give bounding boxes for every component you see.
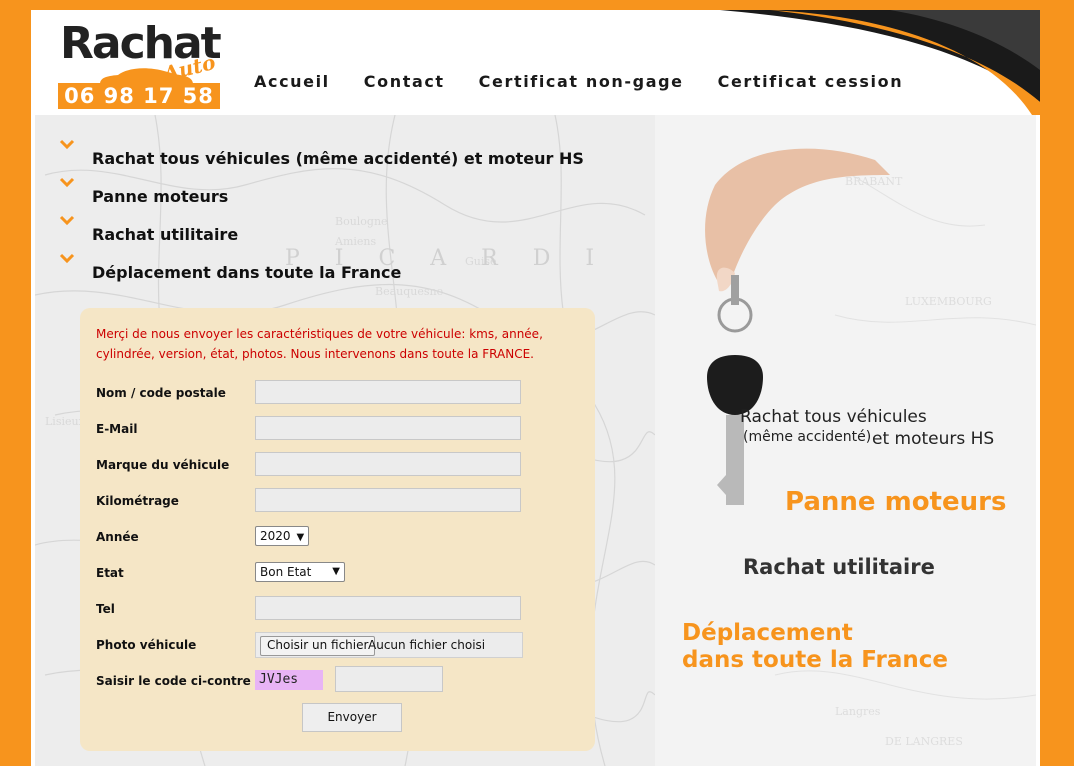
caret-down-icon: ▼ [296,532,305,543]
nav-certificat-non-gage[interactable]: Certificat non-gage [479,72,684,91]
label-photo: Photo véhicule [96,638,197,652]
submit-button[interactable]: Envoyer [302,703,402,732]
svg-text:Beauquesne: Beauquesne [375,285,443,298]
file-status: Aucun fichier choisi [368,638,486,652]
feature-text: Panne moteurs [92,187,229,206]
promo-line-1: Rachat tous véhicules [740,407,927,427]
photo-file-input: Choisir un fichier Aucun fichier choisi [255,632,523,658]
annee-select[interactable]: 2020 ▼ [255,526,310,546]
nav-accueil[interactable]: Accueil [254,72,330,91]
promo-line-3: Panne moteurs [785,487,1007,517]
label-km: Kilométrage [96,494,179,508]
chevron-icon [59,177,75,188]
feature-text: Déplacement dans toute la France [92,263,402,282]
label-etat: Etat [96,566,124,580]
phone-number: 06 98 17 58 51 [58,83,220,134]
chevron-icon [59,253,75,264]
promo-line-2b: et moteurs HS [872,429,995,449]
page: Rachat Auto 06 98 17 58 51 Accueil Conta… [31,10,1040,766]
feature-text: Rachat tous véhicules (même accidenté) e… [92,149,584,168]
svg-text:Langres: Langres [835,705,881,718]
choose-file-button[interactable]: Choisir un fichier [260,636,376,656]
content-area: Boulogne Beauquesne Amiens Laon Lisieux … [35,115,1036,766]
svg-text:BRABANT: BRABANT [845,175,903,188]
promo-panel: BRABANT LUXEMBOURG Langres DE LANGRES Ra… [655,115,1036,766]
promo-line-6: dans toute la France [682,647,948,673]
km-input[interactable] [255,488,521,512]
annee-value: 2020 [260,529,291,543]
label-nom: Nom / code postale [96,386,226,400]
label-marque: Marque du véhicule [96,458,230,472]
captcha-code: JVJes [255,670,323,690]
main-nav: Accueil Contact Certificat non-gage Cert… [254,72,937,91]
svg-text:Boulogne: Boulogne [335,215,388,228]
chevron-icon [59,139,75,150]
etat-select[interactable]: Bon Etat ▼ [255,562,345,582]
promo-line-4: Rachat utilitaire [743,555,935,579]
promo-line-5: Déplacement [682,620,853,646]
chevron-icon [59,215,75,226]
email-input[interactable] [255,416,521,440]
nom-input[interactable] [255,380,521,404]
logo[interactable]: Rachat Auto 06 98 17 58 51 [58,18,248,134]
nav-certificat-cession[interactable]: Certificat cession [718,72,904,91]
svg-text:LUXEMBOURG: LUXEMBOURG [905,295,992,308]
quote-form: Merçi de nous envoyer les caractéristiqu… [80,308,595,751]
header-swoosh [720,10,1040,115]
marque-input[interactable] [255,452,521,476]
promo-line-2a: (même accidenté) [743,429,872,445]
captcha-input[interactable] [335,666,443,692]
header: Rachat Auto 06 98 17 58 51 Accueil Conta… [31,10,1040,134]
nav-contact[interactable]: Contact [364,72,445,91]
etat-value: Bon Etat [260,565,312,579]
svg-text:DE LANGRES: DE LANGRES [885,735,963,748]
label-captcha: Saisir le code ci-contre [96,674,251,688]
caret-down-icon: ▼ [332,566,340,577]
form-intro: Merçi de nous envoyer les caractéristiqu… [96,327,543,361]
label-email: E-Mail [96,422,138,436]
label-annee: Année [96,530,139,544]
feature-text: Rachat utilitaire [92,225,239,244]
label-tel: Tel [96,602,115,616]
tel-input[interactable] [255,596,521,620]
